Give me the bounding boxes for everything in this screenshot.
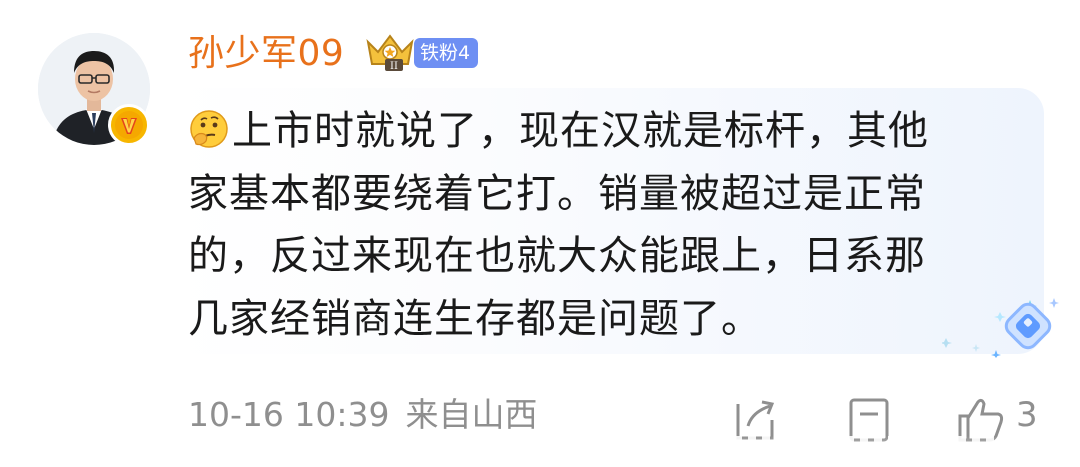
comment-line-3: 的，反过来现在也就大众能跟上，日系那 xyxy=(188,233,926,279)
verified-v-badge-icon xyxy=(108,104,150,146)
crown-level-text: II xyxy=(390,61,398,72)
share-button[interactable] xyxy=(732,396,778,442)
diamond-sparkle-icon xyxy=(940,292,1066,358)
username[interactable]: 孙少军09 xyxy=(188,30,344,78)
location-source: 来自山西 xyxy=(405,395,538,434)
comment-card: 孙少军09 II 铁粉4 上市时就说了，现在汉就是标杆，其他 家基本都要绕着它打… xyxy=(0,0,1080,467)
thumbs-up-icon xyxy=(958,398,1004,442)
fan-badge: 铁粉4 xyxy=(414,38,479,68)
comment-line-4: 几家经销商连生存都是问题了。 xyxy=(188,295,762,342)
comment-button[interactable] xyxy=(848,396,890,442)
like-button[interactable] xyxy=(956,396,1008,442)
comment-icon xyxy=(849,398,889,442)
share-icon xyxy=(736,400,775,440)
crown-level-icon: II xyxy=(364,32,416,72)
like-count: 3 xyxy=(1016,395,1038,435)
comment-line-2: 家基本都要绕着它打。销量被超过是正常 xyxy=(188,170,926,217)
comment-line-1: 上市时就说了，现在汉就是标杆，其他 xyxy=(188,100,1018,163)
comment-meta: 10-16 10:39 来自山西 xyxy=(188,392,537,438)
timestamp: 10-16 10:39 xyxy=(188,395,390,434)
comment-text: 上市时就说了，现在汉就是标杆，其他 家基本都要绕着它打。销量被超过是正常 的，反… xyxy=(188,100,1018,350)
thinking-face-emoji-icon xyxy=(188,106,230,148)
